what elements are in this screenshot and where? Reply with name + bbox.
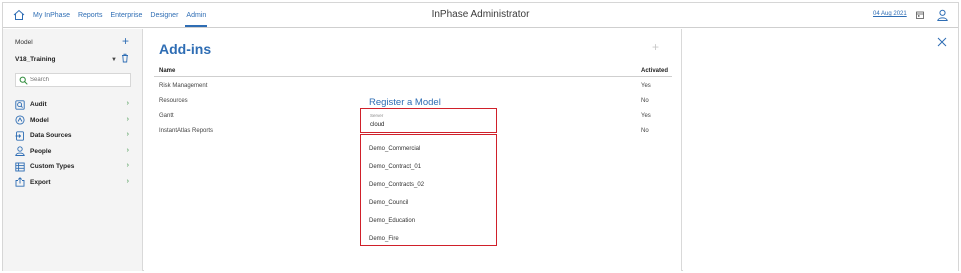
model-list-item[interactable]: Demo_Council: [369, 200, 408, 206]
sidebar-item-label: Audit: [30, 101, 47, 109]
sidebar-item-custom-types[interactable]: Custom Types ›: [15, 159, 133, 175]
sidebar-item-people[interactable]: People ›: [15, 144, 133, 160]
sidebar-item-label: Model: [30, 116, 49, 124]
server-field[interactable]: Server cloud: [360, 108, 497, 133]
cell-name: Gantt: [159, 113, 174, 119]
cell-activated: No: [641, 128, 649, 134]
sidebar-item-label: Custom Types: [30, 163, 75, 171]
server-label: Server: [370, 113, 384, 118]
sidebar-item-label: Export: [30, 178, 51, 186]
model-list-item[interactable]: Demo_Contract_01: [369, 164, 421, 170]
sidebar-item-label: People: [30, 147, 52, 155]
model-list-item[interactable]: Demo_Education: [369, 218, 415, 224]
model-list-item[interactable]: Demo_Fire: [369, 236, 399, 242]
search-icon: [19, 76, 28, 85]
custom-types-icon: [15, 162, 25, 172]
sidebar-menu: Audit › Model › Data Sources › People › …: [15, 97, 133, 190]
sidebar-item-label: Data Sources: [30, 132, 72, 140]
calendar-icon[interactable]: [916, 11, 924, 19]
chevron-right-icon: ›: [126, 146, 129, 154]
cell-name: InstantAtlas Reports: [159, 128, 214, 134]
chevron-down-icon[interactable]: ▼: [111, 57, 117, 63]
cell-name: Resources: [159, 98, 188, 104]
page-title: Add-ins: [159, 41, 212, 57]
chevron-right-icon: ›: [126, 162, 129, 169]
model-list-item[interactable]: Demo_Contracts_02: [369, 182, 424, 188]
trash-icon[interactable]: [121, 53, 129, 63]
model-selector[interactable]: V18_Training: [15, 56, 55, 63]
close-icon[interactable]: [937, 37, 947, 47]
audit-icon: [15, 100, 25, 110]
app-title: InPhase Administrator: [431, 9, 530, 20]
register-model-title: Register a Model: [369, 97, 441, 108]
main-panel: Add-ins + Name Activated Risk Management…: [144, 29, 682, 271]
model-list-item[interactable]: Demo_Commercial: [369, 146, 420, 152]
sidebar: Model + V18_Training ▼ Audit ›: [3, 29, 143, 271]
model-list: Demo_Commercial Demo_Contract_01 Demo_Co…: [360, 134, 497, 246]
server-input[interactable]: cloud: [370, 122, 384, 128]
export-icon: [15, 177, 25, 187]
cell-name: Risk Management: [159, 83, 208, 89]
chevron-right-icon: ›: [126, 115, 129, 123]
top-bar: My InPhase Reports Enterprise Designer A…: [3, 3, 958, 28]
sidebar-item-model[interactable]: Model ›: [15, 113, 133, 129]
date-picker[interactable]: 04 Aug 2021: [873, 11, 907, 17]
sidebar-item-export[interactable]: Export ›: [15, 175, 133, 191]
app-window: My InPhase Reports Enterprise Designer A…: [2, 2, 959, 271]
search-input[interactable]: [30, 75, 128, 85]
detail-panel: [683, 29, 958, 271]
cell-activated: No: [641, 98, 649, 104]
table-row[interactable]: Risk Management Yes: [154, 79, 672, 94]
model-label: Model: [15, 39, 33, 46]
model-icon: [15, 115, 25, 125]
user-icon[interactable]: [937, 9, 948, 21]
add-model-button[interactable]: +: [122, 35, 129, 47]
cell-activated: Yes: [641, 113, 651, 119]
search-box: [15, 73, 131, 87]
column-header-activated[interactable]: Activated: [641, 68, 668, 74]
cell-activated: Yes: [641, 83, 651, 89]
table-header: Name Activated: [154, 67, 672, 77]
sidebar-item-audit[interactable]: Audit ›: [15, 97, 133, 113]
data-sources-icon: [15, 131, 24, 141]
chevron-right-icon: ›: [126, 100, 129, 107]
add-addin-button[interactable]: +: [652, 41, 659, 53]
sidebar-item-data-sources[interactable]: Data Sources ›: [15, 128, 133, 144]
people-icon: [15, 146, 25, 157]
chevron-right-icon: ›: [126, 177, 129, 185]
chevron-right-icon: ›: [126, 131, 129, 138]
column-header-name[interactable]: Name: [159, 68, 175, 74]
